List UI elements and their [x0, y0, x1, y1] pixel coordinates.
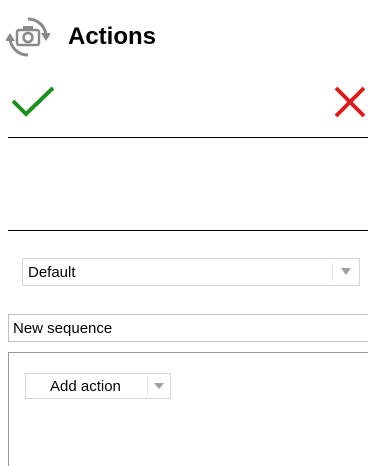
- checkmark-icon: [11, 86, 55, 117]
- camera-rotate-icon: [6, 17, 50, 57]
- profile-dropdown-value: Default: [28, 264, 76, 281]
- ok-button[interactable]: [10, 84, 56, 120]
- actions-window: Actions Default Add action: [0, 0, 368, 466]
- profile-dropdown[interactable]: Default: [22, 258, 360, 286]
- add-action-button[interactable]: Add action: [25, 373, 171, 399]
- actions-list-panel: Add action: [8, 352, 368, 466]
- cancel-button[interactable]: [332, 84, 368, 120]
- dropdown-separator: [332, 263, 333, 281]
- split-button-separator: [147, 377, 148, 395]
- page-title: Actions: [68, 23, 157, 50]
- chevron-down-icon: [341, 268, 351, 275]
- divider: [8, 137, 368, 138]
- sequence-name-input[interactable]: [8, 314, 368, 342]
- add-action-label: Add action: [50, 378, 121, 395]
- divider: [8, 230, 368, 231]
- chevron-down-icon[interactable]: [154, 383, 164, 390]
- close-icon: [334, 86, 366, 118]
